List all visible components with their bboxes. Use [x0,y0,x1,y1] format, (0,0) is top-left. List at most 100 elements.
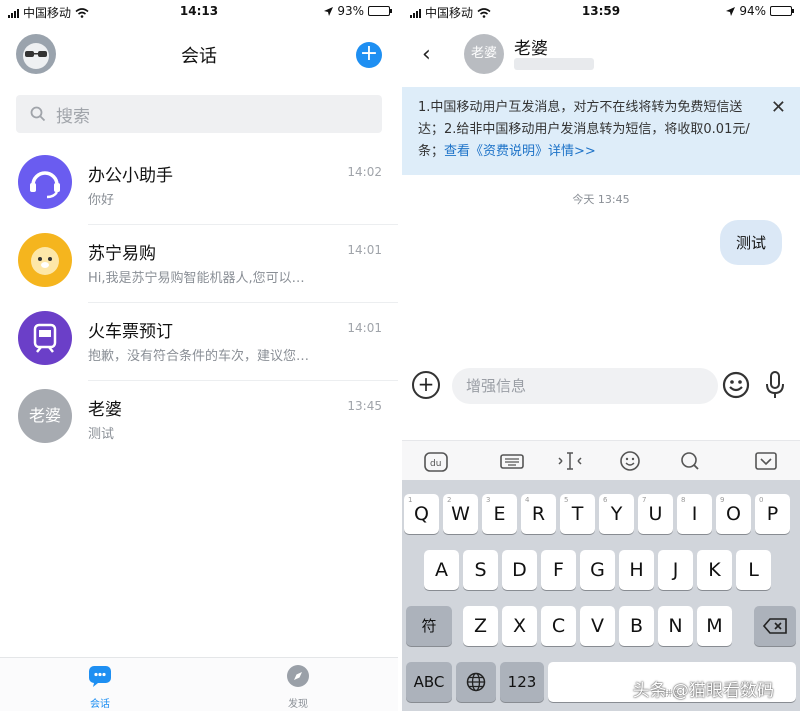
key-f[interactable]: F [541,550,576,590]
key-label: N [668,615,683,637]
key-m[interactable]: M [697,606,732,646]
add-conversation-button[interactable]: + [356,42,382,68]
key-t[interactable]: 5T [560,494,595,534]
key-c[interactable]: C [541,606,576,646]
assistant-avatar-icon [18,155,72,209]
watermark: 头条 @猫眼看数码 [632,681,774,701]
lion-mascot-icon [18,233,72,287]
key-a[interactable]: A [424,550,459,590]
list-item[interactable]: 火车票预订 抱歉，没有符合条件的车次，建议您… 14:01 [0,303,398,381]
key-hint: 6 [603,496,608,504]
key-hint: 5 [564,496,569,504]
keyboard-toolbar: du [402,440,800,480]
back-button[interactable]: ‹ [422,42,431,67]
emoji-icon[interactable] [722,371,750,399]
key-label: J [672,559,679,581]
key-n[interactable]: N [658,606,693,646]
key-label: M [706,615,723,637]
key-label: Y [610,503,623,525]
tab-discover[interactable]: 发现 [268,664,328,710]
tariff-details-link[interactable]: 查看《资费说明》详情>> [444,144,596,159]
status-bar: 中国移动 14:13 93% [0,0,398,24]
key-r[interactable]: 4R [521,494,556,534]
keyboard-icon[interactable] [498,449,526,473]
microphone-icon[interactable] [764,370,786,400]
chat-bubble-icon [89,666,111,687]
key-s[interactable]: S [463,550,498,590]
chat-header: ‹ 老婆 老婆 [402,26,800,82]
backspace-key[interactable] [754,606,796,646]
key-y[interactable]: 6Y [599,494,634,534]
key-x[interactable]: X [502,606,537,646]
conversation-preview: 你好 [88,193,115,208]
cursor-icon[interactable] [556,449,584,473]
key-d[interactable]: D [502,550,537,590]
tab-label: 会话 [90,699,110,710]
number-key[interactable]: 123 [500,662,544,702]
globe-key[interactable] [456,662,496,702]
contact-avatar: 老婆 [18,389,72,443]
key-label: Z [473,615,488,637]
list-item[interactable]: 办公小助手 你好 14:02 [0,147,398,225]
list-item[interactable]: 老婆 老婆 测试 13:45 [0,381,398,459]
svg-text:du: du [430,459,441,469]
baidu-keyboard-logo-icon[interactable]: du [422,449,450,473]
key-b[interactable]: B [619,606,654,646]
abc-key[interactable]: ABC [406,662,452,702]
conversation-preview: Hi,我是苏宁易购智能机器人,您可以… [88,271,305,286]
key-label: W [451,503,470,525]
key-label: O [726,503,741,525]
key-w[interactable]: 2W [443,494,478,534]
key-label: E [493,503,506,525]
globe-icon [466,672,486,692]
search-icon [30,106,46,122]
search-bar[interactable]: 搜索 [16,95,382,133]
key-label: Q [414,503,429,525]
key-label: C [551,615,566,637]
conversation-time: 14:01 [347,243,382,257]
key-label: T [571,503,584,525]
message-input[interactable] [452,368,718,404]
tab-conversations[interactable]: 会话 [70,664,130,710]
search-icon[interactable] [676,449,704,473]
key-g[interactable]: G [580,550,615,590]
key-hint: 2 [447,496,452,504]
key-z[interactable]: Z [463,606,498,646]
key-label: G [590,559,605,581]
sent-message-bubble[interactable]: 测试 [719,220,782,265]
key-u[interactable]: 7U [638,494,673,534]
close-icon[interactable]: ✕ [771,97,786,119]
collapse-keyboard-icon[interactable] [752,449,780,473]
list-item[interactable]: 苏宁易购 Hi,我是苏宁易购智能机器人,您可以… 14:01 [0,225,398,303]
key-hint: 4 [525,496,530,504]
plus-icon[interactable]: + [412,371,440,399]
battery-percent: 94% [739,4,766,18]
key-label: F [553,559,564,581]
contact-avatar[interactable]: 老婆 [464,34,504,74]
key-p[interactable]: 0P [755,494,790,534]
emoji-icon[interactable] [616,449,644,473]
key-e[interactable]: 3E [482,494,517,534]
battery-icon [368,6,392,16]
conversation-name: 火车票预订 [88,322,173,342]
key-label: L [748,559,759,581]
key-o[interactable]: 9O [716,494,751,534]
key-l[interactable]: L [736,550,771,590]
key-h[interactable]: H [619,550,654,590]
key-hint: 3 [486,496,491,504]
key-i[interactable]: 8I [677,494,712,534]
page-title: 会话 [181,46,217,67]
message-composer: + [402,364,800,408]
tab-bar: 会话 发现 [0,657,398,711]
compass-icon [287,665,309,687]
key-label: I [691,503,698,525]
blurred-phone-number [514,58,594,70]
key-label: A [435,559,448,581]
key-label: U [648,503,663,525]
key-q[interactable]: 1Q [404,494,439,534]
key-j[interactable]: J [658,550,693,590]
key-k[interactable]: K [697,550,732,590]
key-v[interactable]: V [580,606,615,646]
symbol-key[interactable]: 符 [406,606,452,646]
search-placeholder: 搜索 [56,106,90,127]
